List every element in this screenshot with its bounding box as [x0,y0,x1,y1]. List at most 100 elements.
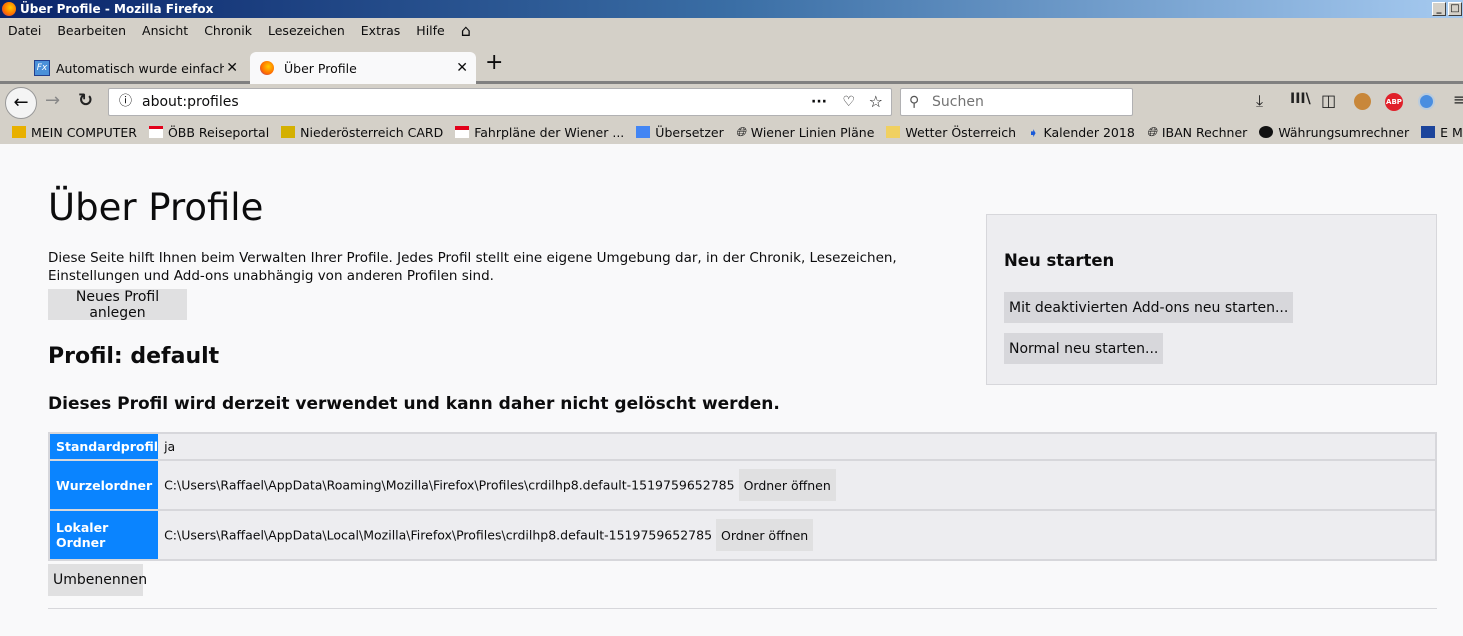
greasemonkey-icon[interactable] [1354,93,1371,110]
new-tab-icon[interactable]: + [485,50,503,75]
bookmark-label: Wiener Linien Pläne [750,124,875,140]
new-profile-button[interactable]: Neues Profil anlegen [48,289,187,321]
tab-ueber-profile[interactable]: Über Profile ✕ [250,52,476,84]
bookmark-item[interactable]: Fahrpläne der Wiener ... [455,125,624,140]
bookmark-label: E Mail GMX 1 [1440,124,1463,140]
url-bar[interactable]: ⓘ about:profiles ··· ♡ ☆ [108,88,892,116]
bookmark-item[interactable]: Übersetzer [636,124,724,140]
menu-lesezeichen[interactable]: Lesezeichen [268,23,345,38]
menu-bearbeiten[interactable]: Bearbeiten [57,23,126,38]
bookmark-item[interactable]: ÖBB Reiseportal [148,124,270,140]
rename-button[interactable]: Umbenennen [48,564,147,596]
restart-normal-button[interactable]: Normal neu starten... [1004,333,1164,364]
row-label: Standardprofil [49,433,159,460]
menu-extras[interactable]: Extras [361,23,401,38]
menu-datei[interactable]: Datei [8,23,41,38]
divider [48,608,1437,609]
search-icon: ⚲ [909,94,920,110]
bookmark-label: ÖBB Reiseportal [167,124,270,140]
intro-text: Diese Seite hilft Ihnen beim Verwalten I… [48,250,897,284]
row-value: C:\Users\Raffael\AppData\Local\Mozilla\F… [164,527,713,543]
row-value: C:\Users\Raffael\AppData\Roaming\Mozilla… [164,477,735,493]
search-input[interactable]: ⚲ Suchen [900,88,1133,116]
bookmark-icon [148,126,163,138]
profile-heading: Profil: default [48,344,220,369]
bookmark-item[interactable]: MEIN COMPUTER [12,125,137,140]
globe-icon: 🌐︎ [1146,124,1157,139]
page-actions-icon[interactable]: ··· [811,89,827,115]
sidebar-icon[interactable]: ◫ [1321,91,1336,110]
window-title: Über Profile - Mozilla Firefox [20,2,214,16]
bookmark-item[interactable]: 🌐︎ IBAN Rechner [1147,124,1248,140]
search-placeholder: Suchen [932,94,984,110]
home-icon[interactable]: ⌂ [461,21,471,40]
back-icon[interactable]: ← [5,87,37,119]
download-icon[interactable]: ⤓ [1256,91,1263,111]
bookmark-label: IBAN Rechner [1161,124,1248,140]
arrow-icon: ➧ [1028,124,1039,140]
row-value: ja [158,433,1436,460]
minimize-button[interactable]: _ [1432,2,1446,16]
bookmark-icon [455,126,470,138]
bookmark-icon [12,126,26,138]
bookmark-label: Kalender 2018 [1043,124,1135,140]
menu-bar: Datei Bearbeiten Ansicht Chronik Lesezei… [0,18,1463,42]
bookmark-icon [886,126,901,138]
bookmark-icon [281,126,296,138]
firefox-icon [2,2,16,16]
row-label: Wurzelordner [49,460,159,510]
row-label: Lokaler Ordner [49,510,159,560]
forward-icon[interactable]: → [45,90,60,111]
gmx-icon [1421,126,1436,138]
globe-icon: 🌐︎ [735,124,746,139]
menu-hilfe[interactable]: Hilfe [416,23,444,38]
close-tab-icon[interactable]: ✕ [226,60,238,76]
bookmark-item[interactable]: Wetter Österreich [886,125,1016,140]
firefox-icon [260,61,274,75]
bookmark-label: MEIN COMPUTER [31,124,137,140]
close-tab-icon[interactable]: ✕ [456,60,468,76]
fx-icon: Fx [34,60,50,76]
pocket-icon[interactable]: ♡ [842,89,855,115]
table-row: Lokaler Ordner C:\Users\Raffael\AppData\… [49,510,1436,560]
bookmark-icon [1259,126,1274,138]
in-use-note: Dieses Profil wird derzeit verwendet und… [48,394,780,414]
bookmark-icon [636,126,651,138]
bookmark-star-icon[interactable]: ☆ [869,89,883,115]
restart-safe-mode-button[interactable]: Mit deaktivierten Add-ons neu starten... [1004,292,1294,323]
menu-chronik[interactable]: Chronik [204,23,252,38]
tab-label: Über Profile [284,60,357,76]
bookmark-item[interactable]: Niederösterreich CARD [281,125,443,140]
maximize-button[interactable]: □ [1448,2,1462,16]
menu-icon[interactable]: ≡ [1453,90,1463,109]
bookmark-item[interactable]: E Mail GMX 1 [1421,125,1463,140]
bookmark-label: Niederösterreich CARD [300,124,444,140]
page-title: Über Profile [48,186,264,229]
bookmark-label: Fahrpläne der Wiener ... [474,124,625,140]
adblock-icon[interactable]: ABP [1385,93,1403,111]
table-row: Standardprofil ja [49,433,1436,460]
title-bar: Über Profile - Mozilla Firefox _ □ [0,0,1463,18]
url-text: about:profiles [142,94,239,110]
tab-label: Automatisch wurde einfach a [56,60,224,76]
open-root-folder-button[interactable]: Ordner öffnen [738,469,836,501]
menu-ansicht[interactable]: Ansicht [142,23,188,38]
profile-table: Standardprofil ja Wurzelordner C:\Users\… [48,432,1437,561]
bookmarks-toolbar: MEIN COMPUTER ÖBB Reiseportal Niederöste… [0,120,1463,144]
library-icon[interactable]: III\ [1290,91,1311,107]
tab-automatisch[interactable]: Fx Automatisch wurde einfach a ✕ [26,52,246,84]
info-icon[interactable]: ⓘ [119,89,132,115]
bookmark-label: Währungsumrechner [1278,124,1410,140]
bookmark-item[interactable]: 🌐︎ Wiener Linien Pläne [736,124,875,140]
privacy-icon[interactable] [1418,93,1435,110]
bookmark-label: Übersetzer [655,124,724,140]
bookmark-item[interactable]: ➧ Kalender 2018 [1028,125,1135,140]
bookmark-item[interactable]: Währungsumrechner [1259,125,1409,140]
reload-icon[interactable]: ↻ [78,90,93,111]
restart-heading: Neu starten [1004,251,1115,270]
bookmark-label: Wetter Österreich [905,124,1017,140]
open-local-folder-button[interactable]: Ordner öffnen [716,519,814,551]
table-row: Wurzelordner C:\Users\Raffael\AppData\Ro… [49,460,1436,510]
restart-panel: Neu starten Mit deaktivierten Add-ons ne… [986,214,1437,385]
tab-strip: Fx Automatisch wurde einfach a ✕ Über Pr… [0,42,1463,84]
